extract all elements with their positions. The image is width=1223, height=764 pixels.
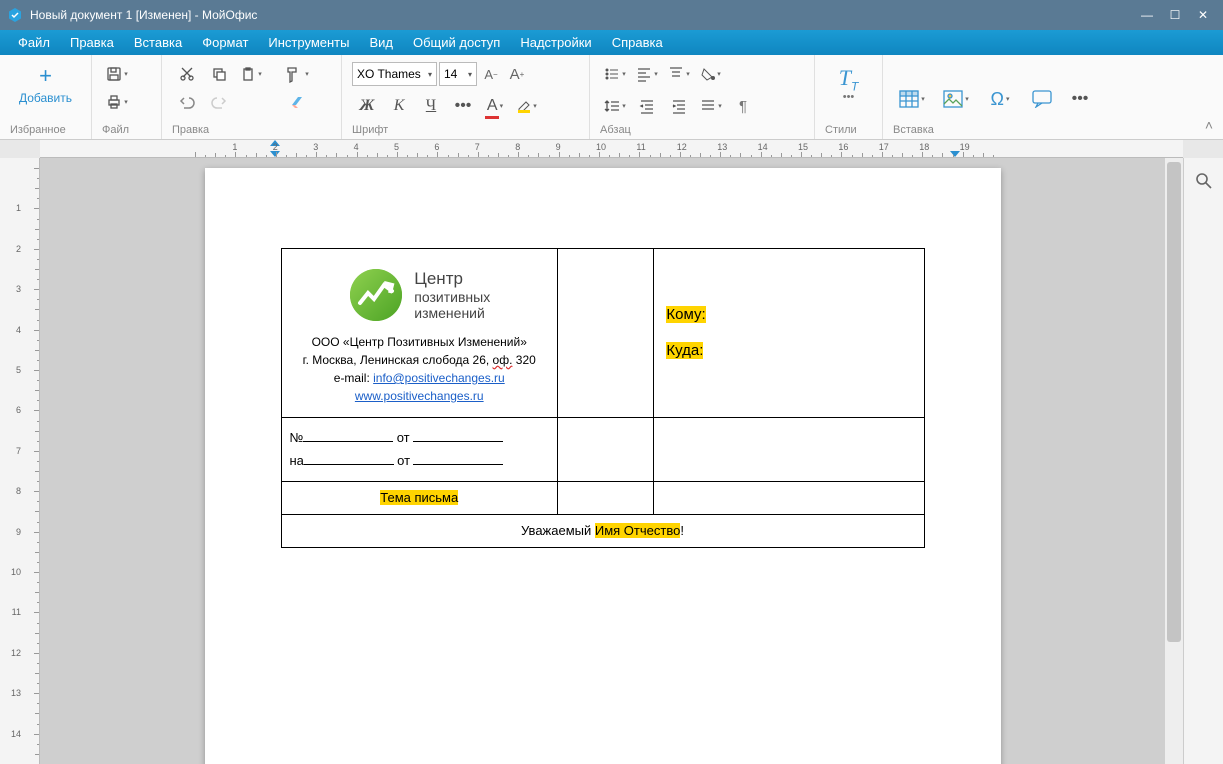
- search-icon[interactable]: [1189, 166, 1219, 196]
- vertical-scrollbar[interactable]: [1165, 158, 1183, 764]
- horizontal-ruler[interactable]: 12345678910111213141516171819: [40, 140, 1183, 158]
- add-favorite-button[interactable]: + Добавить: [10, 61, 81, 109]
- indent-marker-right[interactable]: [950, 151, 960, 157]
- ribbon-group-edit: ▾ ▾ Правка: [162, 55, 342, 139]
- ribbon: + Добавить Избранное ▾ ▾ Файл ▾: [0, 55, 1223, 140]
- menu-format[interactable]: Формат: [192, 30, 258, 55]
- close-button[interactable]: ✕: [1195, 8, 1211, 22]
- redo-button[interactable]: [204, 89, 234, 115]
- clear-format-button[interactable]: [282, 89, 312, 115]
- vertical-ruler[interactable]: 1234567891011121314: [0, 158, 40, 764]
- increase-font-button[interactable]: A+: [505, 61, 529, 87]
- website-link[interactable]: www.positivechanges.ru: [355, 389, 484, 403]
- fill-button[interactable]: ▾: [696, 61, 726, 87]
- minimize-button[interactable]: —: [1139, 8, 1155, 22]
- menu-edit[interactable]: Правка: [60, 30, 124, 55]
- menu-view[interactable]: Вид: [359, 30, 403, 55]
- num-field[interactable]: [303, 428, 393, 442]
- align-button[interactable]: ▾: [632, 61, 662, 87]
- indent-split-button[interactable]: ▾: [696, 93, 726, 119]
- dec-indent-button[interactable]: [632, 93, 662, 119]
- ribbon-group-favorites: + Добавить Избранное: [0, 55, 92, 139]
- bullets-button[interactable]: ▾: [600, 61, 630, 87]
- highlight-button[interactable]: ▾: [512, 93, 542, 119]
- ref-date-field[interactable]: [413, 451, 503, 465]
- subject-field[interactable]: Тема письма: [380, 490, 458, 505]
- menu-addons[interactable]: Надстройки: [510, 30, 601, 55]
- window-title: Новый документ 1 [Изменен] - МойОфис: [30, 8, 1139, 22]
- menubar: Файл Правка Вставка Формат Инструменты В…: [0, 30, 1223, 55]
- format-painter-button[interactable]: ▾: [282, 61, 312, 87]
- insert-symbol-button[interactable]: Ω▾: [981, 86, 1019, 112]
- date-field[interactable]: [413, 428, 503, 442]
- right-sidebar: [1183, 158, 1223, 764]
- ribbon-group-styles: TT ••• Стили: [815, 55, 883, 139]
- menu-help[interactable]: Справка: [602, 30, 673, 55]
- ref-field[interactable]: [304, 451, 394, 465]
- inc-indent-button[interactable]: [664, 93, 694, 119]
- valign-button[interactable]: ▾: [664, 61, 694, 87]
- ribbon-group-paragraph: ▾ ▾ ▾ ▾ ▾ ▾ ¶ Абзац: [590, 55, 815, 139]
- font-name-combo[interactable]: XO Thames▾: [352, 62, 437, 86]
- font-color-button[interactable]: A▾: [480, 93, 510, 119]
- bold-button[interactable]: Ж: [352, 93, 382, 119]
- window-controls: — ☐ ✕: [1139, 8, 1217, 22]
- plus-icon: +: [39, 65, 52, 87]
- field-where[interactable]: Куда:: [666, 342, 703, 359]
- app-icon: [6, 6, 24, 24]
- add-favorite-label: Добавить: [19, 91, 72, 105]
- more-font-button[interactable]: •••: [448, 93, 478, 119]
- copy-button[interactable]: [204, 61, 234, 87]
- menu-file[interactable]: Файл: [8, 30, 60, 55]
- ribbon-group-font: XO Thames▾ 14▾ A− A+ Ж К Ч ••• A▾ ▾ Шриф…: [342, 55, 590, 139]
- email-link[interactable]: info@positivechanges.ru: [373, 371, 505, 385]
- titlebar: Новый документ 1 [Изменен] - МойОфис — ☐…: [0, 0, 1223, 30]
- save-button[interactable]: ▾: [102, 61, 132, 87]
- scroll-thumb[interactable]: [1167, 162, 1181, 642]
- ribbon-group-file: ▾ ▾ Файл: [92, 55, 162, 139]
- page[interactable]: Центр позитивных изменений ООО «Центр По…: [205, 168, 1001, 764]
- insert-more-button[interactable]: •••: [1065, 86, 1095, 112]
- insert-table-button[interactable]: ▾: [893, 86, 931, 112]
- font-size-combo[interactable]: 14▾: [439, 62, 477, 86]
- logo-text: Центр позитивных изменений: [414, 269, 490, 321]
- field-to[interactable]: Кому:: [666, 306, 705, 323]
- company-logo: Центр позитивных изменений: [290, 267, 549, 323]
- insert-comment-button[interactable]: [1025, 86, 1059, 112]
- line-spacing-button[interactable]: ▾: [600, 93, 630, 119]
- undo-button[interactable]: [172, 89, 202, 115]
- name-field: Имя Отчество: [595, 523, 680, 538]
- decrease-font-button[interactable]: A−: [479, 61, 503, 87]
- insert-image-button[interactable]: ▾: [937, 86, 975, 112]
- paste-button[interactable]: ▾: [236, 61, 266, 87]
- menu-insert[interactable]: Вставка: [124, 30, 192, 55]
- cut-button[interactable]: [172, 61, 202, 87]
- print-button[interactable]: ▾: [102, 89, 132, 115]
- pilcrow-button[interactable]: ¶: [728, 93, 758, 119]
- menu-share[interactable]: Общий доступ: [403, 30, 510, 55]
- maximize-button[interactable]: ☐: [1167, 8, 1183, 22]
- letterhead-table[interactable]: Центр позитивных изменений ООО «Центр По…: [281, 248, 925, 548]
- ribbon-group-insert: ▾ ▾ Ω▾ ••• Вставка: [883, 55, 1223, 139]
- document-area[interactable]: Центр позитивных изменений ООО «Центр По…: [40, 158, 1165, 764]
- underline-button[interactable]: Ч: [416, 93, 446, 119]
- italic-button[interactable]: К: [384, 93, 414, 119]
- text-style-icon: TT: [839, 65, 859, 93]
- collapse-ribbon-button[interactable]: ˄: [1205, 117, 1213, 133]
- company-info: ООО «Центр Позитивных Изменений» г. Моск…: [290, 333, 549, 405]
- salutation[interactable]: Уважаемый Имя Отчество!: [281, 514, 924, 547]
- menu-tools[interactable]: Инструменты: [258, 30, 359, 55]
